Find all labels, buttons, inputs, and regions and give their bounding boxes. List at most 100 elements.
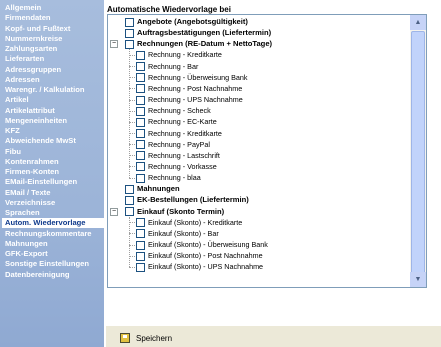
- tree-checkbox[interactable]: [136, 173, 145, 183]
- sidebar-item[interactable]: Adressgruppen: [5, 65, 61, 75]
- tree-item-label: Angebote (Angebotsgültigkeit): [137, 17, 248, 26]
- tree-checkbox[interactable]: [125, 184, 134, 194]
- sidebar-item[interactable]: Kopf- und Fußtext: [5, 24, 70, 34]
- tree-checkbox[interactable]: [136, 240, 145, 250]
- tree-item-label: Einkauf (Skonto) - Bar: [148, 228, 219, 238]
- sidebar-item[interactable]: Rechnungskommentare: [5, 229, 92, 239]
- tree-child-row[interactable]: Rechnung - Scheck: [108, 105, 408, 116]
- scroll-thumb[interactable]: [411, 31, 425, 283]
- tree-child-row[interactable]: Rechnung - Lastschrift: [108, 150, 408, 161]
- tree-child-row[interactable]: Rechnung - Post Nachnahme: [108, 83, 408, 94]
- tree-item-label: Rechnung - UPS Nachnahme: [148, 95, 243, 105]
- sidebar-item[interactable]: Nummernkreise: [5, 34, 62, 44]
- sidebar-item[interactable]: Adressen: [5, 75, 40, 85]
- tree-checkbox[interactable]: [136, 162, 145, 172]
- sidebar-item[interactable]: Mengeneinheiten: [5, 116, 67, 126]
- tree-group-row[interactable]: Rechnungen (RE-Datum + NettoTage): [108, 38, 408, 49]
- tree-child-row[interactable]: Einkauf (Skonto) - Kreditkarte: [108, 217, 408, 228]
- tree-item-label: Rechnung - PayPal: [148, 139, 210, 149]
- sidebar-item[interactable]: Artikelattribut: [5, 106, 55, 116]
- sidebar-item[interactable]: Artikel: [5, 95, 29, 105]
- tree-checkbox[interactable]: [136, 117, 145, 127]
- sidebar-item[interactable]: Mahnungen: [5, 239, 48, 249]
- sidebar-item[interactable]: KFZ: [5, 126, 20, 136]
- save-label: Speichern: [136, 334, 173, 343]
- tree-group-row[interactable]: EK-Bestellungen (Liefertermin): [108, 194, 408, 205]
- tree-checkbox[interactable]: [125, 195, 134, 205]
- tree-checkbox[interactable]: [125, 28, 134, 38]
- tree-group-row[interactable]: Auftragsbestätigungen (Liefertermin): [108, 27, 408, 38]
- sidebar-item[interactable]: Fibu: [5, 147, 21, 157]
- sidebar-item[interactable]: Firmen-Konten: [5, 167, 59, 177]
- tree-child-row[interactable]: Einkauf (Skonto) - UPS Nachnahme: [108, 261, 408, 272]
- tree-item-label: Rechnung - Kreditkarte: [148, 128, 222, 138]
- sidebar-item[interactable]: EMail / Texte: [5, 188, 50, 198]
- tree-branch-line: [129, 49, 130, 178]
- tree-checkbox[interactable]: [136, 95, 145, 105]
- tree-item-label: Einkauf (Skonto) - UPS Nachnahme: [148, 262, 264, 272]
- tree-item-label: Mahnungen: [137, 184, 180, 194]
- scroll-up-button[interactable]: ▲: [410, 15, 426, 30]
- tree-checkbox[interactable]: [136, 129, 145, 138]
- tree-checkbox[interactable]: [125, 17, 134, 27]
- tree-checkbox[interactable]: [136, 140, 145, 150]
- tree-child-row[interactable]: Rechnung - Überweisung Bank: [108, 72, 408, 83]
- tree-child-row[interactable]: Rechnung - Vorkasse: [108, 161, 408, 172]
- tree-checkbox[interactable]: [125, 207, 134, 217]
- tree-item-label: Einkauf (Skonto Termin): [137, 206, 225, 216]
- tree-checkbox[interactable]: [136, 62, 145, 72]
- tree-child-row[interactable]: Rechnung - blaa: [108, 172, 408, 183]
- tree-item-label: Einkauf (Skonto) - Überweisung Bank: [148, 240, 268, 249]
- tree-checkbox[interactable]: [136, 262, 145, 272]
- tree-child-row[interactable]: Rechnung - PayPal: [108, 139, 408, 150]
- tree-checkbox[interactable]: [125, 39, 134, 49]
- tree-child-row[interactable]: Rechnung - EC-Karte: [108, 116, 408, 127]
- tree-checkbox[interactable]: [136, 106, 145, 116]
- tree-child-row[interactable]: Rechnung - Kreditkarte: [108, 49, 408, 60]
- tree-group-row[interactable]: Einkauf (Skonto Termin): [108, 206, 408, 217]
- tree-item-label: Rechnung - Scheck: [148, 106, 211, 116]
- sidebar-item[interactable]: Sprachen: [5, 208, 40, 218]
- tree-checkbox[interactable]: [136, 151, 145, 161]
- tree-checkbox[interactable]: [136, 50, 145, 60]
- sidebar-item[interactable]: Firmendaten: [5, 13, 51, 23]
- sidebar-item[interactable]: Sonstige Einstellungen: [5, 259, 89, 269]
- sidebar-item[interactable]: Datenbereinigung: [5, 270, 70, 280]
- tree-checkbox[interactable]: [136, 218, 145, 228]
- sidebar-item[interactable]: Abweichende MwSt: [5, 136, 76, 146]
- sidebar-item[interactable]: GFK-Export: [5, 249, 48, 259]
- sidebar-item[interactable]: Warengr. / Kalkulation: [5, 85, 84, 95]
- tree-checkbox[interactable]: [136, 73, 145, 83]
- sidebar-item-active[interactable]: Autom. Wiedervorlage: [2, 218, 105, 229]
- section-heading: Automatische Wiedervorlage bei: [107, 5, 231, 14]
- tree-item-label: Rechnung - Bar: [148, 61, 199, 71]
- tree-checkbox[interactable]: [136, 251, 145, 261]
- tree-checkbox[interactable]: [136, 84, 145, 94]
- tree-item-label: Auftragsbestätigungen (Liefertermin): [137, 28, 272, 38]
- tree-item-label: Rechnung - blaa: [148, 173, 201, 183]
- tree-item-label: Rechnung - Lastschrift: [148, 150, 220, 160]
- scroll-down-button[interactable]: ▼: [410, 272, 426, 287]
- tree-child-row[interactable]: Einkauf (Skonto) - Post Nachnahme: [108, 250, 408, 261]
- sidebar-item[interactable]: Verzeichnisse: [5, 198, 55, 208]
- sidebar-item[interactable]: Zahlungsarten: [5, 44, 57, 54]
- sidebar-item[interactable]: Allgemein: [5, 3, 41, 13]
- tree-item-label: Rechnung - Kreditkarte: [148, 50, 222, 60]
- tree-group-row[interactable]: Angebote (Angebotsgültigkeit): [108, 16, 408, 27]
- tree-group-row[interactable]: Mahnungen: [108, 183, 408, 194]
- tree-item-label: Einkauf (Skonto) - Kreditkarte: [148, 217, 243, 227]
- sidebar-item[interactable]: Lieferarten: [5, 54, 44, 64]
- tree-vertical-scrollbar[interactable]: ▲ ▼: [410, 15, 426, 287]
- tree-item-label: Rechnungen (RE-Datum + NettoTage): [137, 39, 273, 49]
- sidebar-item[interactable]: EMail-Einstellungen: [5, 177, 77, 187]
- tree-child-row[interactable]: Rechnung - Bar: [108, 61, 408, 72]
- tree-child-row[interactable]: Einkauf (Skonto) - Bar: [108, 228, 408, 239]
- tree-checkbox[interactable]: [136, 229, 145, 239]
- sidebar-item[interactable]: Kontenrahmen: [5, 157, 59, 167]
- settings-sidebar: Allgemein Firmendaten Kopf- und Fußtext Num…: [0, 0, 105, 347]
- tree-child-row[interactable]: Rechnung - UPS Nachnahme: [108, 94, 408, 105]
- tree-item-label: Rechnung - Post Nachnahme: [148, 83, 243, 93]
- tree-child-row[interactable]: Rechnung - Kreditkarte: [108, 128, 408, 139]
- tree-child-row[interactable]: Einkauf (Skonto) - Überweisung Bank: [108, 239, 408, 250]
- tree-item-label: Einkauf (Skonto) - Post Nachnahme: [148, 251, 263, 261]
